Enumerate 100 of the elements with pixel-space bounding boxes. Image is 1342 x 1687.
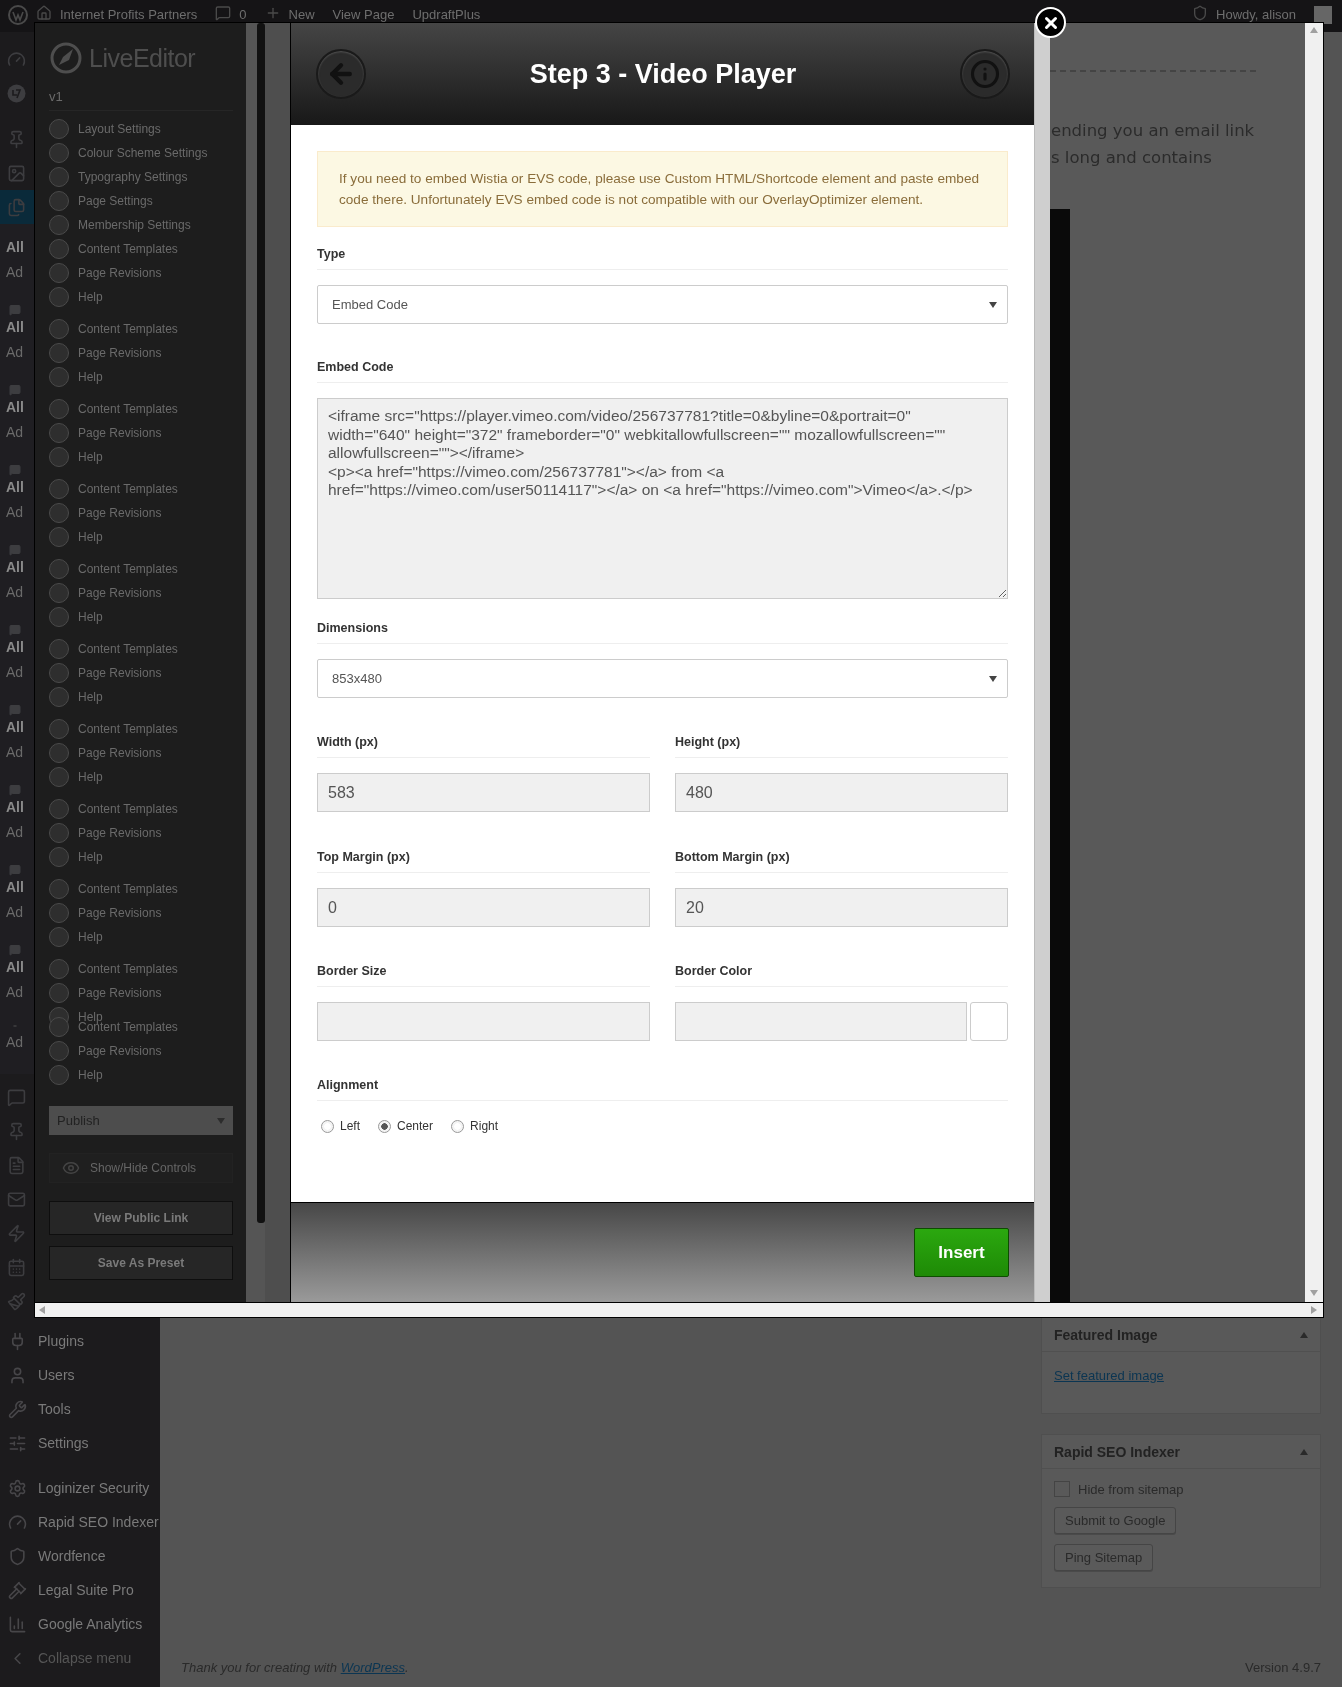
comment-icon[interactable] — [215, 5, 232, 21]
editor-menu-item[interactable]: Content Templates — [78, 322, 178, 336]
plugin-link[interactable]: UpdraftPlus — [412, 5, 481, 25]
gavel-icon[interactable] — [8, 1580, 27, 1600]
editor-menu-item[interactable]: Help — [78, 530, 103, 544]
editor-menu-item[interactable]: Content Templates — [78, 562, 178, 576]
comment-icon[interactable] — [6, 464, 24, 476]
radio-button[interactable] — [451, 1119, 465, 1133]
editor-menu-item[interactable]: Page Revisions — [78, 666, 162, 680]
menu-link[interactable]: Ad — [6, 818, 34, 846]
editor-menu-item[interactable]: Help — [78, 450, 103, 464]
number-field[interactable]: 20 — [675, 888, 1008, 927]
editor-menu-item[interactable]: Page Revisions — [78, 426, 162, 440]
new-link[interactable]: New — [288, 5, 315, 25]
circle-icon[interactable] — [7, 83, 26, 103]
menu-link[interactable]: All — [6, 396, 34, 418]
comment-icon[interactable] — [6, 864, 24, 876]
info-button[interactable] — [960, 49, 1010, 99]
editor-menu-item[interactable]: Help — [78, 1010, 103, 1024]
menu-link[interactable]: Wordfence — [38, 1548, 106, 1564]
editor-menu-item[interactable]: Page Revisions — [78, 346, 162, 360]
menu-link[interactable]: Ad — [6, 258, 34, 286]
comment-icon[interactable] — [6, 384, 24, 396]
editor-menu-item[interactable]: Page Revisions — [78, 906, 162, 920]
menu-link[interactable]: Legal Suite Pro — [38, 1582, 134, 1598]
editor-menu-item[interactable]: Content Templates — [78, 722, 178, 736]
menu-link[interactable]: All — [6, 556, 34, 578]
view-page-link[interactable]: View Page — [332, 5, 395, 25]
editor-menu-item[interactable]: Help — [78, 850, 103, 864]
number-field[interactable]: 583 — [317, 773, 650, 812]
editor-menu-item[interactable]: Page Revisions — [78, 986, 162, 1000]
back-button[interactable] — [316, 49, 366, 99]
menu-link[interactable]: All — [6, 956, 34, 978]
editor-menu-item[interactable]: Colour Scheme Settings — [78, 146, 208, 160]
calendar-icon[interactable] — [7, 1257, 26, 1277]
menu-link[interactable]: Ad — [6, 418, 34, 446]
user-icon[interactable] — [8, 1365, 27, 1385]
bolt-icon[interactable] — [7, 1223, 26, 1243]
menu-link[interactable]: Plugins — [38, 1333, 84, 1349]
brush-icon[interactable] — [7, 1291, 26, 1311]
menu-link[interactable]: Tools — [38, 1401, 71, 1417]
editor-menu-item[interactable]: Layout Settings — [78, 122, 161, 136]
editor-menu-item[interactable]: Help — [78, 930, 103, 944]
editor-menu-item[interactable]: Content Templates — [78, 802, 178, 816]
editor-menu-item[interactable]: Help — [78, 1068, 103, 1082]
chart-icon[interactable] — [8, 1614, 27, 1634]
site-link[interactable]: Internet Profits Partners — [60, 5, 198, 25]
editor-menu-item[interactable]: Content Templates — [78, 242, 178, 256]
number-field[interactable]: 0 — [317, 888, 650, 927]
pages-icon[interactable] — [7, 197, 26, 217]
show-hide-controls-button[interactable]: Show/Hide Controls — [49, 1153, 233, 1183]
panel-scrollbar[interactable] — [257, 23, 265, 1223]
comment-icon[interactable] — [7, 1087, 26, 1107]
menu-link[interactable]: Google Analytics — [38, 1616, 143, 1632]
gauge-icon[interactable] — [7, 49, 26, 69]
comment-icon[interactable] — [6, 304, 24, 316]
select-field[interactable]: 853x480 — [317, 659, 1008, 698]
pin-icon[interactable] — [7, 1121, 26, 1141]
menu-link[interactable]: Collapse menu — [38, 1650, 132, 1666]
pin-icon[interactable] — [7, 129, 26, 149]
menu-link[interactable]: Ad — [6, 658, 34, 686]
menu-link[interactable]: Ad — [6, 738, 34, 766]
menu-link[interactable]: Ad — [6, 498, 34, 526]
form-icon[interactable] — [7, 1155, 26, 1175]
color-swatch[interactable] — [970, 1002, 1008, 1041]
wrench-icon[interactable] — [8, 1399, 27, 1419]
modal-scrollbar[interactable] — [1034, 23, 1050, 1302]
editor-menu-item[interactable]: Page Revisions — [78, 826, 162, 840]
image-icon[interactable] — [7, 163, 26, 183]
number-field[interactable] — [317, 1002, 650, 1041]
greeting-link[interactable]: Howdy, alison — [1216, 5, 1296, 25]
editor-menu-item[interactable]: Content Templates — [78, 402, 178, 416]
shield-icon[interactable] — [8, 1546, 27, 1566]
editor-menu-item[interactable]: Page Revisions — [78, 1044, 162, 1058]
radio-button[interactable] — [321, 1119, 334, 1133]
editor-menu-item[interactable]: Help — [78, 290, 103, 304]
editor-menu-item[interactable]: Typography Settings — [78, 170, 188, 184]
select-field[interactable]: Embed Code — [317, 285, 1008, 324]
menu-link[interactable]: All — [6, 716, 34, 738]
menu-link[interactable]: All — [6, 636, 34, 658]
menu-link[interactable]: Users — [38, 1367, 75, 1383]
menu-link[interactable]: Loginizer Security — [38, 1480, 150, 1496]
editor-menu-item[interactable]: Content Templates — [78, 642, 178, 656]
horizontal-scrollbar[interactable] — [35, 1302, 1323, 1317]
editor-menu-item[interactable]: Content Templates — [78, 482, 178, 496]
editor-menu-item[interactable]: Page Revisions — [78, 506, 162, 520]
color-field[interactable] — [675, 1002, 967, 1041]
collapse-caret-icon[interactable] — [1300, 1448, 1308, 1455]
mail-icon[interactable] — [7, 1189, 26, 1209]
menu-link[interactable]: Ad — [6, 978, 34, 1006]
editor-menu-item[interactable]: Content Templates — [78, 882, 178, 896]
shield-icon[interactable] — [1192, 5, 1209, 21]
editor-menu-item[interactable]: Page Revisions — [78, 586, 162, 600]
wordpress-logo-icon[interactable] — [8, 5, 28, 25]
menu-link[interactable]: Ad — [6, 898, 34, 926]
editor-menu-item[interactable]: Help — [78, 770, 103, 784]
editor-menu-item[interactable]: Page Settings — [78, 194, 153, 208]
comment-icon[interactable] — [6, 704, 24, 716]
editor-menu-item[interactable]: Page Revisions — [78, 746, 162, 760]
scroll-up-icon[interactable] — [1310, 27, 1318, 35]
